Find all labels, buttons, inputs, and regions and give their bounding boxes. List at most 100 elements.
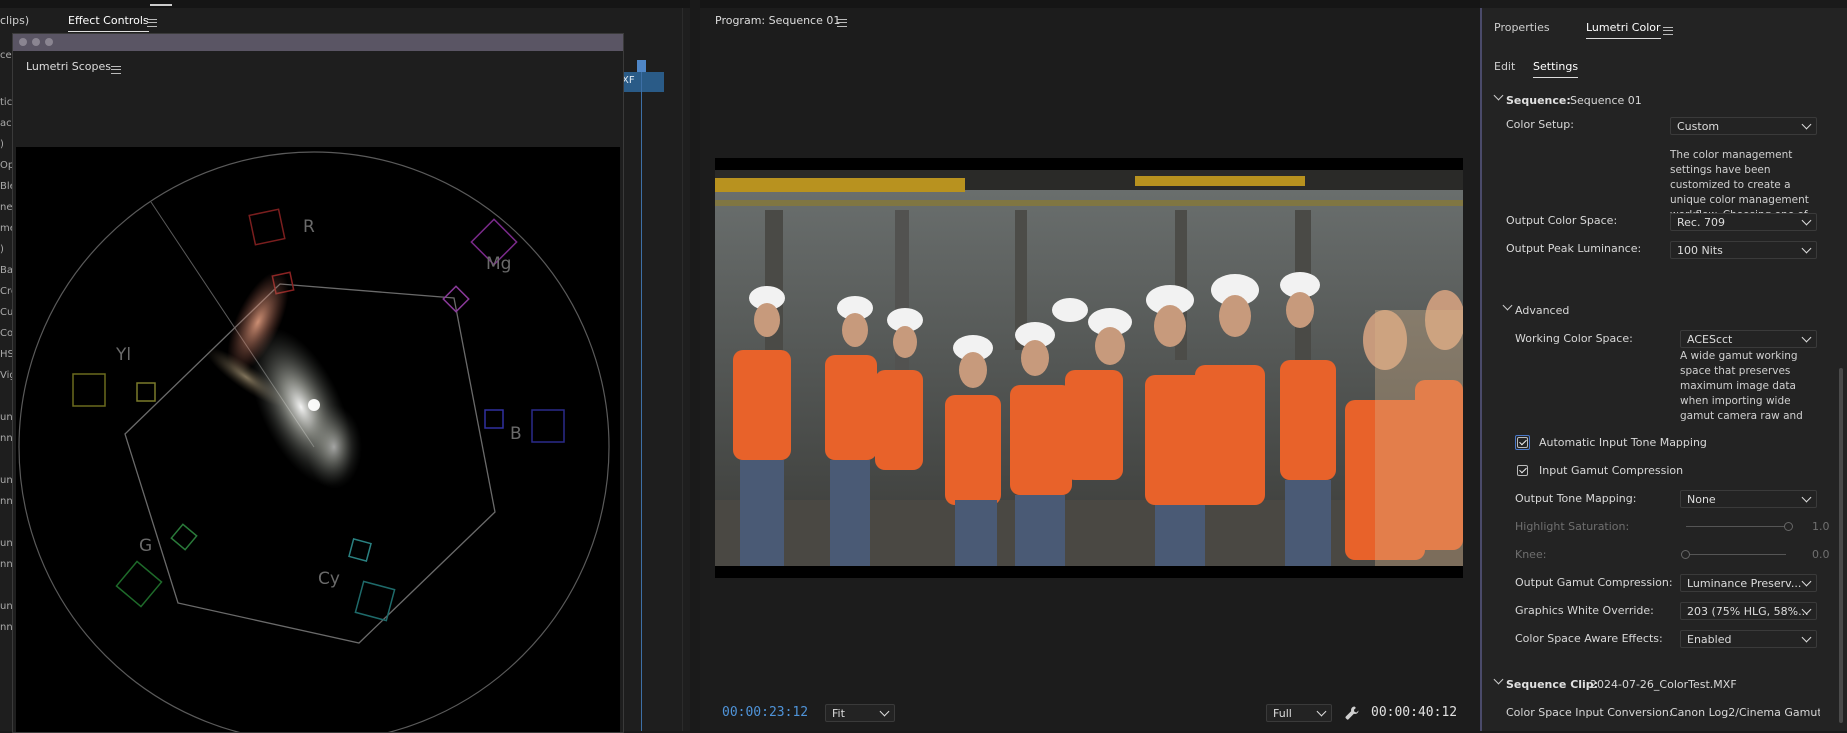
advanced-section-label[interactable]: Advanced xyxy=(1515,304,1569,317)
knee-slider[interactable] xyxy=(1686,554,1786,555)
chevron-down-icon xyxy=(1801,243,1812,254)
fit-dropdown-label: Fit xyxy=(832,707,845,720)
output-gamut-compression-value: Luminance Preserv... xyxy=(1687,577,1802,590)
knee-label: Knee: xyxy=(1515,548,1547,561)
color-setup-label: Color Setup: xyxy=(1506,118,1574,131)
strip-label: aci xyxy=(0,118,12,129)
top-bar xyxy=(0,0,690,8)
vectorscope-graphic xyxy=(18,151,610,732)
knee-knob[interactable] xyxy=(1681,550,1690,559)
vectorscope-label-mg: Mg xyxy=(486,254,512,274)
vectorscope-label-g: G xyxy=(139,536,153,556)
strip-label: nne xyxy=(0,433,12,444)
strip-label: nne xyxy=(0,559,12,570)
lumetri-color-panel: Properties Lumetri Color Edit Settings S… xyxy=(1480,8,1847,731)
minimize-window-button[interactable] xyxy=(32,38,40,46)
sequence-clip-section-label[interactable]: Sequence Clip: xyxy=(1506,678,1598,691)
highlight-saturation-knob[interactable] xyxy=(1784,522,1793,531)
strip-label: HS xyxy=(0,349,12,360)
tab-properties[interactable]: Properties xyxy=(1494,21,1550,34)
strip-label: ne xyxy=(0,202,12,213)
output-tone-mapping-dropdown[interactable]: None xyxy=(1680,490,1817,508)
working-color-space-description: A wide gamut working space that preserve… xyxy=(1680,350,1803,422)
highlight-saturation-label: Highlight Saturation: xyxy=(1515,520,1630,533)
input-gamut-compression-label: Input Gamut Compression xyxy=(1539,464,1684,477)
divider xyxy=(682,8,683,731)
lumetri-menu-icon[interactable] xyxy=(1663,27,1673,35)
tab-edit[interactable]: Edit xyxy=(1494,60,1515,73)
chevron-down-icon xyxy=(1801,332,1812,343)
top-indicator xyxy=(150,4,172,6)
strip-label: nne xyxy=(0,496,12,507)
graphics-white-override-value: 203 (75% HLG, 58%... xyxy=(1687,605,1809,618)
output-tone-mapping-value: None xyxy=(1687,493,1716,506)
wrench-icon[interactable] xyxy=(1344,705,1360,721)
chevron-down-icon xyxy=(1801,215,1812,226)
playback-resolution-dropdown[interactable]: Full xyxy=(1266,704,1332,722)
resolution-dropdown-label: Full xyxy=(1273,707,1292,720)
color-setup-dropdown[interactable]: Custom xyxy=(1670,117,1817,135)
highlight-saturation-slider[interactable] xyxy=(1686,526,1786,527)
knee-value: 0.0 xyxy=(1812,548,1830,561)
working-color-space-label: Working Color Space: xyxy=(1515,332,1633,345)
output-peak-luminance-value: 100 Nits xyxy=(1677,244,1723,257)
zoom-window-button[interactable] xyxy=(45,38,53,46)
strip-label: Op xyxy=(0,160,12,171)
tab-clips[interactable]: clips) xyxy=(0,14,29,27)
strip-label: Cre xyxy=(0,286,12,297)
color-setup-description: The color management settings have been … xyxy=(1670,149,1809,221)
output-color-space-value: Rec. 709 xyxy=(1677,216,1725,229)
chevron-down-icon xyxy=(879,706,890,717)
playhead-handle[interactable] xyxy=(637,60,646,72)
program-monitor-title[interactable]: Program: Sequence 01 xyxy=(715,14,840,27)
chevron-down-icon xyxy=(1801,576,1812,587)
graphics-white-override-dropdown[interactable]: 203 (75% HLG, 58%... xyxy=(1680,602,1817,620)
working-color-space-dropdown[interactable]: ACEScct xyxy=(1680,330,1817,348)
strip-label: tic xyxy=(0,97,12,108)
scopes-menu-icon[interactable] xyxy=(111,66,121,74)
strip-label: Co xyxy=(0,328,12,339)
truncated-labels-column: ce tic aci ) Op Ble ne me ) Ba Cre Cu Co… xyxy=(0,40,12,731)
current-timecode[interactable]: 00:00:23:12 xyxy=(722,705,808,720)
tab-lumetri-color[interactable]: Lumetri Color xyxy=(1586,21,1661,39)
sequence-name: Sequence 01 xyxy=(1570,94,1642,107)
sequence-section-label[interactable]: Sequence: xyxy=(1506,94,1571,107)
strip-label: un xyxy=(0,412,12,423)
color-space-input-conversion-value[interactable]: Canon Log2/Cinema Gamut ... xyxy=(1670,706,1820,719)
chevron-down-icon xyxy=(1316,706,1327,717)
playhead-line xyxy=(641,72,642,731)
strip-label: un xyxy=(0,538,12,549)
auto-tone-mapping-checkbox[interactable] xyxy=(1517,437,1528,448)
output-color-space-dropdown[interactable]: Rec. 709 xyxy=(1670,213,1817,231)
lumetri-scopes-title: Lumetri Scopes xyxy=(26,60,112,73)
vectorscope-label-cy: Cy xyxy=(318,569,340,589)
clip-bar[interactable]: XF xyxy=(622,72,664,92)
video-frame[interactable] xyxy=(715,170,1463,566)
window-titlebar[interactable] xyxy=(13,34,623,51)
chevron-down-icon[interactable] xyxy=(1493,90,1504,101)
tab-effect-controls[interactable]: Effect Controls xyxy=(68,14,149,32)
chevron-down-icon[interactable] xyxy=(1502,300,1513,311)
lumetri-scopes-window[interactable]: Lumetri Scopes R Mg Yl B G Cy xyxy=(12,33,624,733)
strip-label: Ble xyxy=(0,181,12,192)
output-color-space-label: Output Color Space: xyxy=(1506,214,1618,227)
color-space-aware-effects-label: Color Space Aware Effects: xyxy=(1515,632,1663,645)
effect-controls-menu-icon[interactable] xyxy=(147,19,157,27)
program-menu-icon[interactable] xyxy=(837,19,847,27)
close-window-button[interactable] xyxy=(19,38,27,46)
output-peak-luminance-dropdown[interactable]: 100 Nits xyxy=(1670,241,1817,259)
chevron-down-icon xyxy=(1801,492,1812,503)
input-gamut-compression-checkbox[interactable] xyxy=(1517,465,1528,476)
strip-label: Cu xyxy=(0,307,12,318)
fit-dropdown[interactable]: Fit xyxy=(825,704,895,722)
vectorscope: R Mg Yl B G Cy xyxy=(16,147,620,732)
tab-settings[interactable]: Settings xyxy=(1533,60,1579,78)
output-gamut-compression-dropdown[interactable]: Luminance Preserv... xyxy=(1680,574,1817,592)
scrollbar-thumb[interactable] xyxy=(1839,368,1843,723)
strip-label: ) xyxy=(0,139,4,150)
color-space-aware-effects-dropdown[interactable]: Enabled xyxy=(1680,630,1817,648)
output-tone-mapping-label: Output Tone Mapping: xyxy=(1515,492,1637,505)
duration-timecode: 00:00:40:12 xyxy=(1371,705,1458,720)
strip-label: un xyxy=(0,475,12,486)
chevron-down-icon[interactable] xyxy=(1493,674,1504,685)
